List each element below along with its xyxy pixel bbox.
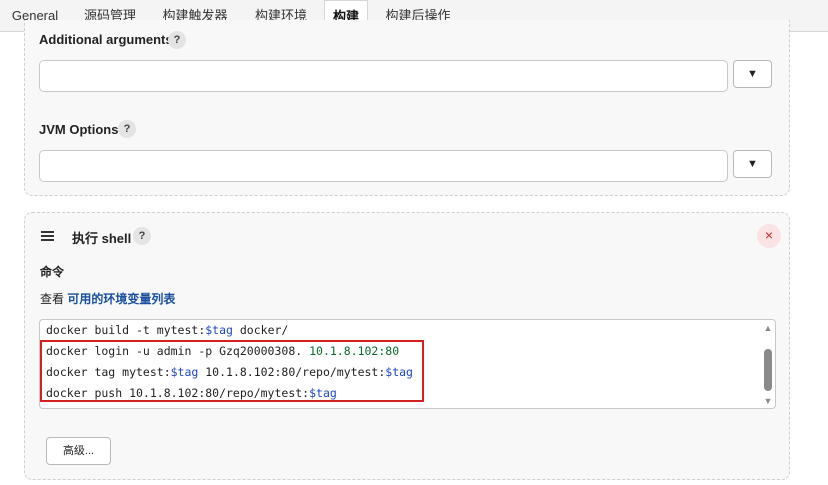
hamburger-icon[interactable]: [41, 231, 54, 241]
jvm-options-label: JVM Options: [39, 122, 119, 137]
code-token: docker tag mytest:: [46, 365, 171, 379]
env-vars-line: 查看 可用的环境变量列表: [40, 290, 175, 307]
code-token: docker push 10.1.8.102:80/repo/mytest:: [46, 386, 310, 400]
code-line: docker login -u admin -p Gzq20000308. 10…: [46, 344, 399, 358]
code-line: docker tag mytest:$tag 10.1.8.102:80/rep…: [46, 365, 413, 379]
code-literal: 10.1.8.102:80: [309, 344, 400, 358]
env-vars-link[interactable]: 可用的环境变量列表: [67, 292, 175, 306]
execute-shell-title: 执行 shell: [72, 231, 132, 246]
code-token: docker/: [232, 323, 289, 337]
shell-variable: $tag: [309, 386, 337, 400]
jvm-options-expand-button[interactable]: ▼: [733, 150, 772, 178]
shell-variable: $tag: [170, 365, 199, 379]
code-token: 10.1.8.102:80/repo/mytest:: [198, 365, 386, 379]
scroll-thumb[interactable]: [764, 349, 772, 391]
command-label: 命令: [40, 265, 65, 279]
help-icon[interactable]: ?: [133, 227, 151, 245]
code-line: docker push 10.1.8.102:80/repo/mytest:$t…: [46, 386, 337, 400]
additional-arguments-label: Additional arguments: [39, 32, 173, 47]
code-line: docker build -t mytest:$tag docker/: [46, 323, 288, 337]
close-icon[interactable]: ×: [757, 224, 781, 248]
editor-scrollbar[interactable]: ▲ ▼: [761, 321, 775, 407]
code-token: docker build -t mytest:: [46, 323, 206, 337]
chevron-down-icon: ▼: [747, 68, 758, 80]
advanced-button[interactable]: 高级...: [46, 437, 111, 465]
chevron-down-icon: ▼: [747, 158, 758, 170]
additional-arguments-expand-button[interactable]: ▼: [733, 60, 772, 88]
code-token: docker login -u admin -p Gzq20000308.: [46, 344, 310, 358]
shell-variable: $tag: [205, 323, 233, 337]
view-prefix: 查看: [40, 292, 65, 306]
help-icon[interactable]: ?: [168, 31, 186, 49]
help-icon[interactable]: ?: [118, 120, 136, 138]
additional-arguments-input[interactable]: [39, 60, 728, 92]
shell-variable: $tag: [385, 365, 413, 379]
scroll-down-icon[interactable]: ▼: [762, 396, 774, 406]
shell-command-editor[interactable]: docker build -t mytest:$tag docker/ dock…: [39, 319, 776, 409]
scroll-up-icon[interactable]: ▲: [762, 323, 774, 333]
jvm-options-input[interactable]: [39, 150, 728, 182]
